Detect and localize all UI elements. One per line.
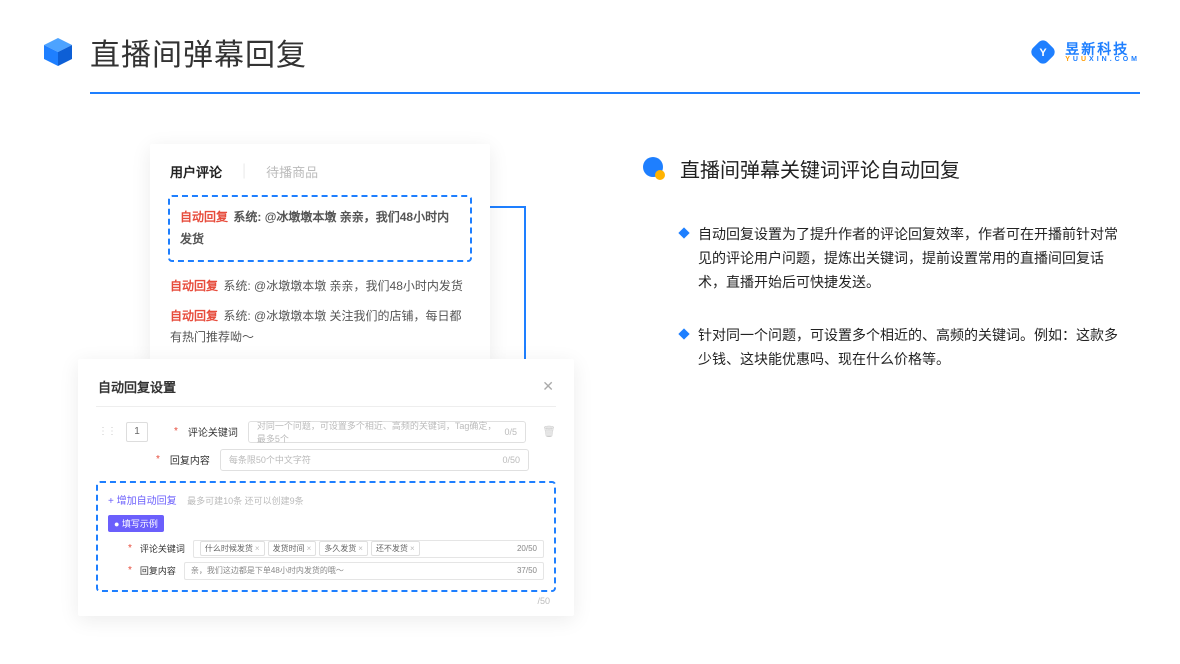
keyword-label: 评论关键词: [188, 424, 238, 439]
tag-remove-icon[interactable]: ×: [410, 544, 415, 553]
keyword-row: ⋮⋮ 1 * 评论关键词 对同一个问题，可设置多个相近、高频的关键词，Tag确定…: [96, 421, 556, 443]
tag-remove-icon[interactable]: ×: [307, 544, 312, 553]
tab-divider: |: [242, 162, 246, 181]
ex-keyword-label: 评论关键词: [140, 542, 185, 555]
left-column: 用户评论 | 待播商品 自动回复 系统: @冰墩墩本墩 亲亲，我们48小时内发货…: [140, 144, 580, 616]
tab-products[interactable]: 待播商品: [266, 162, 318, 181]
bullet-text: 自动回复设置为了提升作者的评论回复效率，作者可在开播前针对常见的评论用户问题，提…: [698, 223, 1130, 294]
ex-keyword-input[interactable]: 什么时候发货 ×发货时间 ×多久发货 ×还不发货 × 20/50: [193, 540, 544, 558]
brand-logo-icon: Y: [1029, 38, 1057, 66]
placeholder: 对同一个问题，可设置多个相近、高频的关键词，Tag确定，最多5个: [257, 419, 505, 445]
drag-handle-icon[interactable]: ⋮⋮: [98, 429, 116, 434]
content-area: 用户评论 | 待播商品 自动回复 系统: @冰墩墩本墩 亲亲，我们48小时内发货…: [0, 94, 1180, 616]
trash-icon[interactable]: 🗑: [542, 425, 556, 438]
required-star: *: [128, 565, 132, 576]
tab-user-comments[interactable]: 用户评论: [170, 162, 222, 181]
auto-reply-tag: 自动回复: [170, 279, 218, 293]
brand-text: 昱新科技 YUUXIN.COM: [1065, 42, 1140, 63]
example-box: + 增加自动回复 最多可建10条 还可以创建9条 ● 填写示例 * 评论关键词 …: [96, 481, 556, 592]
ex-content-input[interactable]: 亲，我们这边都是下单48小时内发货的哦～ 37/50: [184, 562, 544, 580]
placeholder: 每条限50个中文字符: [229, 453, 311, 466]
page-header: 直播间弹幕回复 Y 昱新科技 YUUXIN.COM: [0, 0, 1180, 74]
bullet-text: 针对同一个问题，可设置多个相近的、高频的关键词。例如：这款多少钱、这块能优惠吗、…: [698, 324, 1130, 372]
example-keyword-row: * 评论关键词 什么时候发货 ×发货时间 ×多久发货 ×还不发货 × 20/50: [108, 540, 544, 558]
comment-row: 自动回复 系统: @冰墩墩本墩 关注我们的店铺，每日都有热门推荐呦～: [168, 302, 472, 353]
keyword-tag[interactable]: 多久发货 ×: [319, 541, 368, 556]
settings-header: 自动回复设置 ✕: [96, 377, 556, 407]
page-title: 直播间弹幕回复: [90, 30, 307, 74]
content-label: 回复内容: [170, 452, 210, 467]
bubble-icon: [640, 155, 668, 183]
svg-text:Y: Y: [1040, 47, 1048, 59]
add-auto-reply-link[interactable]: + 增加自动回复: [108, 496, 177, 507]
auto-reply-tag: 自动回复: [180, 210, 228, 224]
ex-content-label: 回复内容: [140, 564, 176, 577]
content-row: * 回复内容 每条限50个中文字符 0/50: [96, 449, 556, 471]
required-star: *: [128, 543, 132, 554]
close-icon[interactable]: ✕: [542, 378, 554, 395]
highlighted-comment: 自动回复 系统: @冰墩墩本墩 亲亲，我们48小时内发货: [168, 195, 472, 262]
keyword-tag[interactable]: 什么时候发货 ×: [200, 541, 265, 556]
bullet-item: 针对同一个问题，可设置多个相近的、高频的关键词。例如：这款多少钱、这块能优惠吗、…: [640, 324, 1130, 372]
comment-row: 自动回复 系统: @冰墩墩本墩 亲亲，我们48小时内发货: [178, 203, 462, 254]
auto-reply-tag: 自动回复: [170, 309, 218, 323]
card-footer-count: /50: [96, 592, 556, 606]
keyword-tag[interactable]: 发货时间 ×: [268, 541, 317, 556]
example-head: + 增加自动回复 最多可建10条 还可以创建9条: [108, 491, 544, 509]
settings-card: 自动回复设置 ✕ ⋮⋮ 1 * 评论关键词 对同一个问题，可设置多个相近、高频的…: [78, 359, 574, 616]
brand-block: Y 昱新科技 YUUXIN.COM: [1029, 38, 1140, 66]
char-count: 0/50: [502, 455, 520, 465]
keyword-tag[interactable]: 还不发货 ×: [371, 541, 420, 556]
keyword-input[interactable]: 对同一个问题，可设置多个相近、高频的关键词，Tag确定，最多5个 0/5: [248, 421, 526, 443]
connector-line: [488, 206, 526, 208]
bullet-item: 自动回复设置为了提升作者的评论回复效率，作者可在开播前针对常见的评论用户问题，提…: [640, 223, 1130, 294]
cube-icon: [40, 34, 76, 70]
tabs-row: 用户评论 | 待播商品: [168, 162, 472, 181]
comment-row: 自动回复 系统: @冰墩墩本墩 亲亲，我们48小时内发货: [168, 272, 472, 302]
header-left: 直播间弹幕回复: [40, 30, 307, 74]
char-count: 20/50: [517, 544, 537, 553]
brand-name-cn: 昱新科技: [1065, 42, 1140, 56]
comments-card: 用户评论 | 待播商品 自动回复 系统: @冰墩墩本墩 亲亲，我们48小时内发货…: [150, 144, 490, 363]
brand-name-en: YUUXIN.COM: [1065, 56, 1140, 63]
section-title: 直播间弹幕关键词评论自动回复: [680, 154, 960, 183]
comment-text: 系统: @冰墩墩本墩 亲亲，我们48小时内发货: [223, 279, 463, 293]
ex-content-text: 亲，我们这边都是下单48小时内发货的哦～: [191, 565, 344, 576]
add-hint: 最多可建10条 还可以创建9条: [187, 496, 304, 506]
example-badge: ● 填写示例: [108, 515, 164, 532]
content-input[interactable]: 每条限50个中文字符 0/50: [220, 449, 529, 471]
tag-remove-icon[interactable]: ×: [358, 544, 363, 553]
char-count: 0/5: [505, 427, 518, 437]
char-count: 37/50: [517, 566, 537, 575]
diamond-icon: [678, 227, 689, 238]
diamond-icon: [678, 329, 689, 340]
required-star: *: [156, 454, 160, 465]
tag-remove-icon[interactable]: ×: [255, 544, 260, 553]
example-content-row: * 回复内容 亲，我们这边都是下单48小时内发货的哦～ 37/50: [108, 562, 544, 580]
row-number: 1: [126, 422, 148, 442]
section-header: 直播间弹幕关键词评论自动回复: [640, 154, 1130, 183]
settings-title: 自动回复设置: [98, 377, 176, 396]
required-star: *: [174, 426, 178, 437]
tags-container: 什么时候发货 ×发货时间 ×多久发货 ×还不发货 ×: [200, 541, 420, 556]
right-column: 直播间弹幕关键词评论自动回复 自动回复设置为了提升作者的评论回复效率，作者可在开…: [640, 144, 1130, 616]
